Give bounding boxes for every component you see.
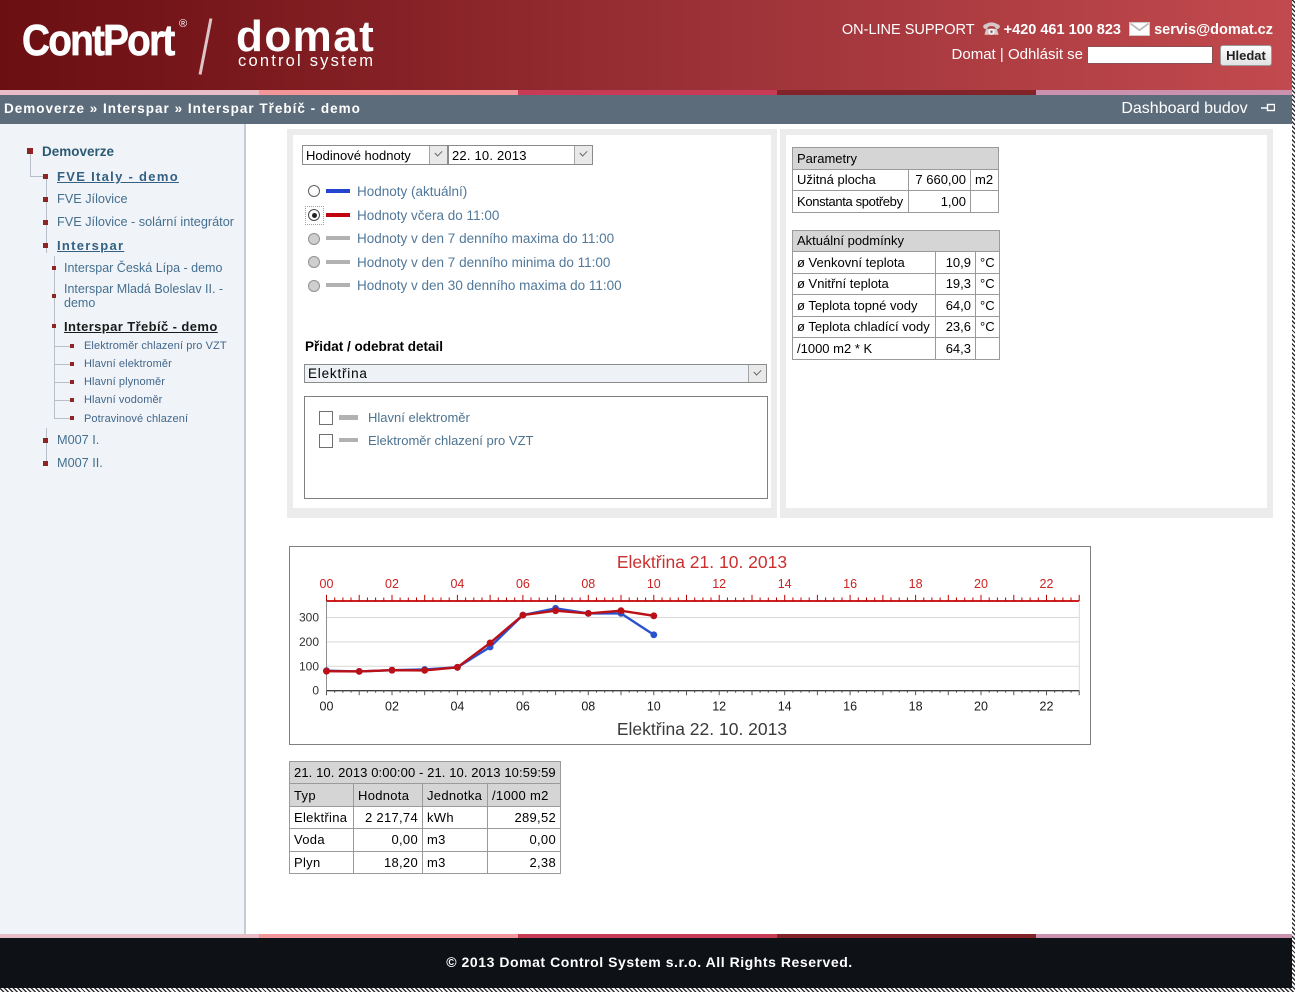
svg-text:12: 12 (712, 700, 726, 714)
svg-text:02: 02 (385, 577, 399, 591)
svg-text:18: 18 (909, 700, 923, 714)
svg-text:300: 300 (299, 611, 319, 625)
svg-text:10: 10 (647, 700, 661, 714)
svg-text:00: 00 (320, 700, 334, 714)
svg-text:16: 16 (843, 577, 857, 591)
svg-text:20: 20 (974, 577, 988, 591)
svg-text:14: 14 (778, 700, 792, 714)
svg-text:06: 06 (516, 577, 530, 591)
svg-text:100: 100 (299, 659, 319, 673)
svg-text:10: 10 (647, 577, 661, 591)
svg-text:18: 18 (909, 577, 923, 591)
svg-text:04: 04 (450, 700, 464, 714)
svg-text:20: 20 (974, 700, 988, 714)
svg-text:22: 22 (1040, 700, 1054, 714)
svg-text:04: 04 (450, 577, 464, 591)
svg-text:02: 02 (385, 700, 399, 714)
svg-text:16: 16 (843, 700, 857, 714)
svg-text:Elektřina 22. 10. 2013: Elektřina 22. 10. 2013 (617, 719, 787, 739)
svg-text:200: 200 (299, 635, 319, 649)
svg-text:00: 00 (320, 577, 334, 591)
svg-text:06: 06 (516, 700, 530, 714)
svg-text:12: 12 (712, 577, 726, 591)
svg-text:14: 14 (778, 577, 792, 591)
svg-text:Elektřina 21. 10. 2013: Elektřina 21. 10. 2013 (617, 552, 787, 572)
svg-text:0: 0 (312, 684, 319, 698)
svg-text:08: 08 (581, 700, 595, 714)
svg-text:22: 22 (1040, 577, 1054, 591)
svg-text:08: 08 (581, 577, 595, 591)
